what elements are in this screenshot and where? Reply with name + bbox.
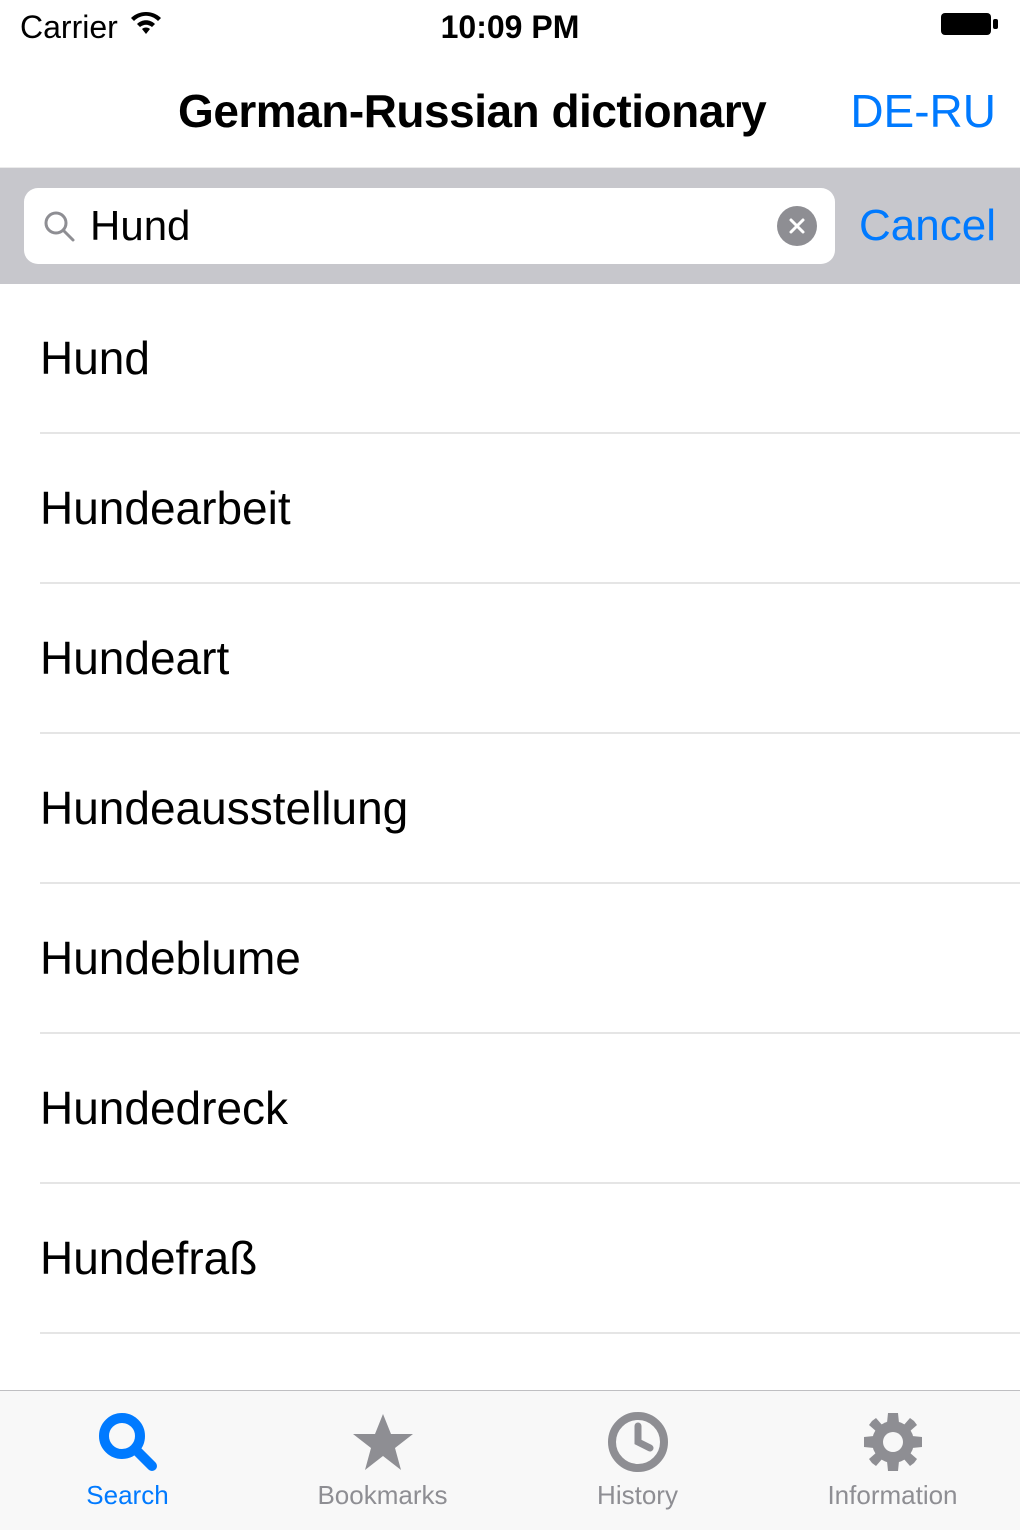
list-item-label: Hundeart	[40, 631, 229, 685]
search-field[interactable]	[24, 188, 835, 264]
wifi-icon	[128, 9, 164, 46]
list-item[interactable]: Hundefraß	[40, 1184, 1020, 1334]
list-item[interactable]: Hundeausstellung	[40, 734, 1020, 884]
nav-bar: German-Russian dictionary DE-RU	[0, 54, 1020, 168]
list-item-label: Hundearbeit	[40, 481, 291, 535]
tab-label: Search	[86, 1480, 168, 1511]
search-icon	[96, 1410, 160, 1474]
tab-history[interactable]: History	[510, 1410, 765, 1511]
list-item-label: Hundedreck	[40, 1081, 288, 1135]
list-item-label: Hundeblume	[40, 931, 301, 985]
search-input[interactable]	[90, 202, 763, 250]
tab-bar: Search Bookmarks History	[0, 1390, 1020, 1530]
list-item[interactable]: Hund	[40, 284, 1020, 434]
gear-icon	[861, 1410, 925, 1474]
language-toggle-button[interactable]: DE-RU	[850, 84, 996, 138]
search-bar: Cancel	[0, 168, 1020, 284]
star-icon	[351, 1410, 415, 1474]
list-item[interactable]: Hundearbeit	[40, 434, 1020, 584]
tab-label: History	[597, 1480, 678, 1511]
list-item-label: Hundefraß	[40, 1231, 257, 1285]
list-item-label: Hundeausstellung	[40, 781, 408, 835]
tab-bookmarks[interactable]: Bookmarks	[255, 1410, 510, 1511]
tab-information[interactable]: Information	[765, 1410, 1020, 1511]
carrier-label: Carrier	[20, 9, 118, 46]
clock: 10:09 PM	[441, 9, 580, 46]
page-title: German-Russian dictionary	[94, 84, 850, 138]
list-item[interactable]: Hundeblume	[40, 884, 1020, 1034]
status-bar: Carrier 10:09 PM	[0, 0, 1020, 54]
list-item-label: Hund	[40, 331, 150, 385]
tab-label: Information	[827, 1480, 957, 1511]
tab-label: Bookmarks	[317, 1480, 447, 1511]
cancel-button[interactable]: Cancel	[859, 201, 996, 251]
list-item[interactable]: Hundeart	[40, 584, 1020, 734]
list-item[interactable]: Hundedreck	[40, 1034, 1020, 1184]
tab-search[interactable]: Search	[0, 1410, 255, 1511]
status-left: Carrier	[20, 9, 164, 46]
battery-icon	[940, 9, 1000, 46]
status-right	[940, 9, 1000, 46]
search-icon	[42, 209, 76, 243]
clock-icon	[606, 1410, 670, 1474]
clear-search-icon[interactable]	[777, 206, 817, 246]
results-list: Hund Hundearbeit Hundeart Hundeausstellu…	[0, 284, 1020, 1334]
